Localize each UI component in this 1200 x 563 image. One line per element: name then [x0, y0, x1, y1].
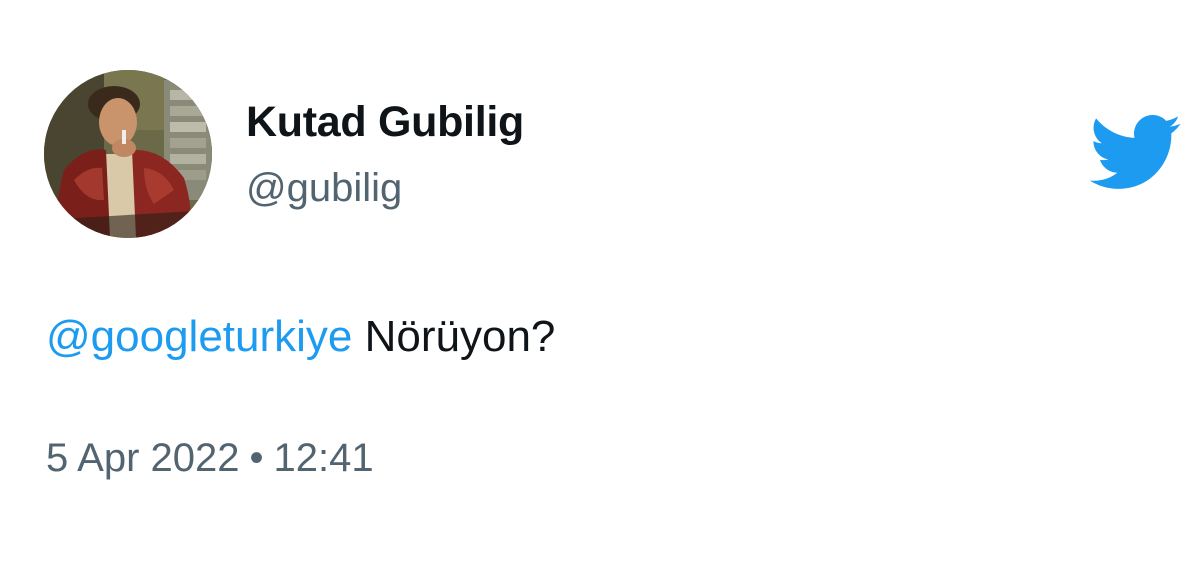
twitter-bird-icon[interactable] [1086, 112, 1182, 194]
author-handle[interactable]: @gubilig [246, 166, 402, 211]
avatar-image [44, 70, 212, 238]
tweet-text: @googleturkiye Nörüyon? [46, 312, 555, 362]
avatar[interactable] [44, 70, 212, 238]
tweet-date: 5 Apr 2022 [46, 436, 240, 480]
tweet-time: 12:41 [273, 436, 374, 480]
tweet-body-text: Nörüyon? [352, 312, 556, 361]
tweet-timestamp[interactable]: 5 Apr 2022 • 12:41 [46, 436, 374, 481]
mention-link[interactable]: @googleturkiye [46, 312, 352, 361]
separator-dot: • [249, 436, 264, 480]
author-display-name[interactable]: Kutad Gubilig [246, 98, 524, 147]
tweet-card: Kutad Gubilig @gubilig @googleturkiye Nö… [0, 0, 1200, 563]
